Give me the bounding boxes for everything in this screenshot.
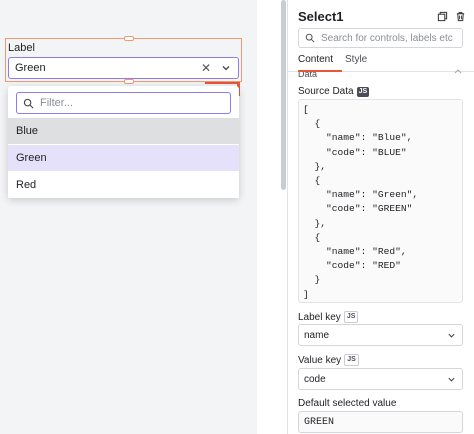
copy-icon[interactable] — [437, 11, 448, 22]
property-pane: Select1 Content Style Data Source Data J… — [287, 0, 474, 434]
filter-input[interactable] — [40, 97, 210, 109]
resize-handle-bottom[interactable] — [124, 79, 134, 84]
canvas-scrollbar[interactable] — [281, 0, 286, 190]
label-key-label: Label key JS — [298, 311, 359, 323]
filter-field[interactable] — [16, 92, 231, 114]
option-green[interactable]: Green — [8, 145, 239, 171]
tab-content[interactable]: Content — [298, 54, 333, 65]
value-key-label-text: Value key — [298, 354, 342, 366]
resize-handle-top[interactable] — [124, 36, 134, 41]
default-selected-value: GREEN — [304, 416, 335, 428]
default-selected-label: Default selected value — [298, 398, 396, 409]
js-toggle-badge[interactable]: JS — [344, 354, 359, 366]
widget-name-title[interactable]: Select1 — [298, 9, 344, 24]
source-data-code: [ { "name": "Blue", "code": "BLUE" }, { … — [303, 104, 419, 300]
property-search-field[interactable] — [298, 28, 463, 48]
resize-indicator — [205, 82, 240, 84]
option-blue[interactable]: Blue — [8, 118, 239, 144]
label-key-label-text: Label key — [298, 311, 341, 323]
source-data-editor[interactable]: [ { "name": "Blue", "code": "BLUE" }, { … — [298, 99, 463, 303]
select-dropdown-menu: Blue Green Red — [8, 86, 239, 198]
value-key-label: Value key JS — [298, 354, 359, 366]
tab-style[interactable]: Style — [345, 54, 367, 65]
app-root: Label Green ✕ Blue Green Red Select1 — [0, 0, 474, 434]
canvas[interactable]: Label Green ✕ Blue Green Red — [0, 0, 257, 434]
value-key-value: code — [304, 373, 326, 385]
delete-icon[interactable] — [455, 11, 466, 22]
label-key-value: name — [304, 329, 330, 341]
source-data-label: Source Data JS — [298, 86, 370, 97]
chevron-down-icon[interactable] — [220, 62, 232, 74]
active-tab-indicator — [298, 70, 342, 72]
option-red[interactable]: Red — [8, 172, 239, 198]
property-search-input[interactable] — [321, 32, 461, 44]
label-key-select[interactable]: name — [298, 324, 463, 346]
chevron-down-icon — [448, 333, 455, 338]
select-widget-input[interactable]: Green ✕ — [8, 57, 239, 79]
chevron-down-icon — [448, 377, 455, 382]
default-selected-label-text: Default selected value — [298, 398, 397, 409]
source-data-label-text: Source Data — [298, 86, 354, 97]
js-toggle-badge[interactable]: JS — [356, 86, 370, 97]
pane-tabs: Content Style — [288, 50, 474, 72]
select-widget-label: Label — [8, 42, 35, 54]
value-key-select[interactable]: code — [298, 368, 463, 390]
select-current-value: Green — [15, 62, 46, 74]
js-toggle-badge[interactable]: JS — [343, 311, 359, 323]
chevron-up-icon[interactable] — [453, 67, 463, 75]
search-icon — [305, 33, 315, 43]
search-icon — [23, 98, 34, 108]
default-selected-input[interactable]: GREEN — [298, 411, 463, 433]
clear-icon[interactable]: ✕ — [200, 61, 212, 75]
